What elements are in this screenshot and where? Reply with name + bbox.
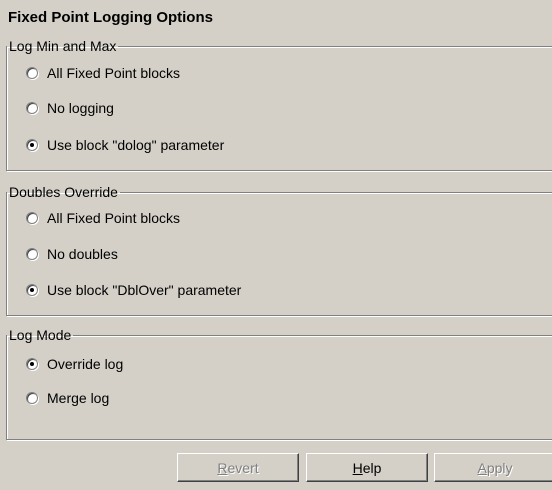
radio-use-dblover-parameter[interactable]: Use block "DblOver" parameter	[26, 281, 241, 299]
radio-no-logging[interactable]: No logging	[26, 99, 114, 117]
radio-button-icon[interactable]	[26, 392, 38, 404]
radio-button-icon[interactable]	[26, 248, 38, 260]
radio-doubles-all-fixed-point[interactable]: All Fixed Point blocks	[26, 209, 180, 227]
radio-label: No logging	[47, 100, 114, 116]
radio-button-icon[interactable]	[26, 139, 38, 151]
group-legend: Log Mode	[9, 327, 72, 343]
radio-no-doubles[interactable]: No doubles	[26, 245, 118, 263]
revert-button[interactable]: Revert	[177, 453, 299, 482]
radio-button-icon[interactable]	[26, 358, 38, 370]
revert-button-label: Revert	[217, 459, 259, 476]
apply-button-label: Apply	[477, 459, 513, 476]
apply-button[interactable]: Apply	[434, 453, 552, 482]
radio-label: All Fixed Point blocks	[47, 65, 181, 81]
radio-button-icon[interactable]	[26, 102, 38, 114]
radio-label: Use block "dolog" parameter	[47, 137, 225, 153]
radio-use-dolog-parameter[interactable]: Use block "dolog" parameter	[26, 136, 224, 154]
radio-label: Use block "DblOver" parameter	[47, 282, 242, 298]
radio-merge-log[interactable]: Merge log	[26, 389, 109, 407]
radio-label: All Fixed Point blocks	[47, 210, 181, 226]
radio-label: Merge log	[47, 390, 110, 406]
log-mode-group: Log Mode	[6, 328, 552, 440]
radio-button-icon[interactable]	[26, 212, 38, 224]
group-legend: Doubles Override	[9, 184, 118, 200]
radio-button-icon[interactable]	[26, 67, 38, 79]
help-button[interactable]: Help	[306, 453, 428, 482]
radio-label: No doubles	[47, 246, 118, 262]
radio-override-log[interactable]: Override log	[26, 355, 123, 373]
radio-label: Override log	[47, 356, 124, 372]
panel-title: Fixed Point Logging Options	[8, 9, 213, 26]
radio-log-all-fixed-point[interactable]: All Fixed Point blocks	[26, 64, 180, 82]
radio-button-icon[interactable]	[26, 284, 38, 296]
help-button-label: Help	[352, 459, 382, 476]
group-legend: Log Min and Max	[9, 38, 117, 54]
